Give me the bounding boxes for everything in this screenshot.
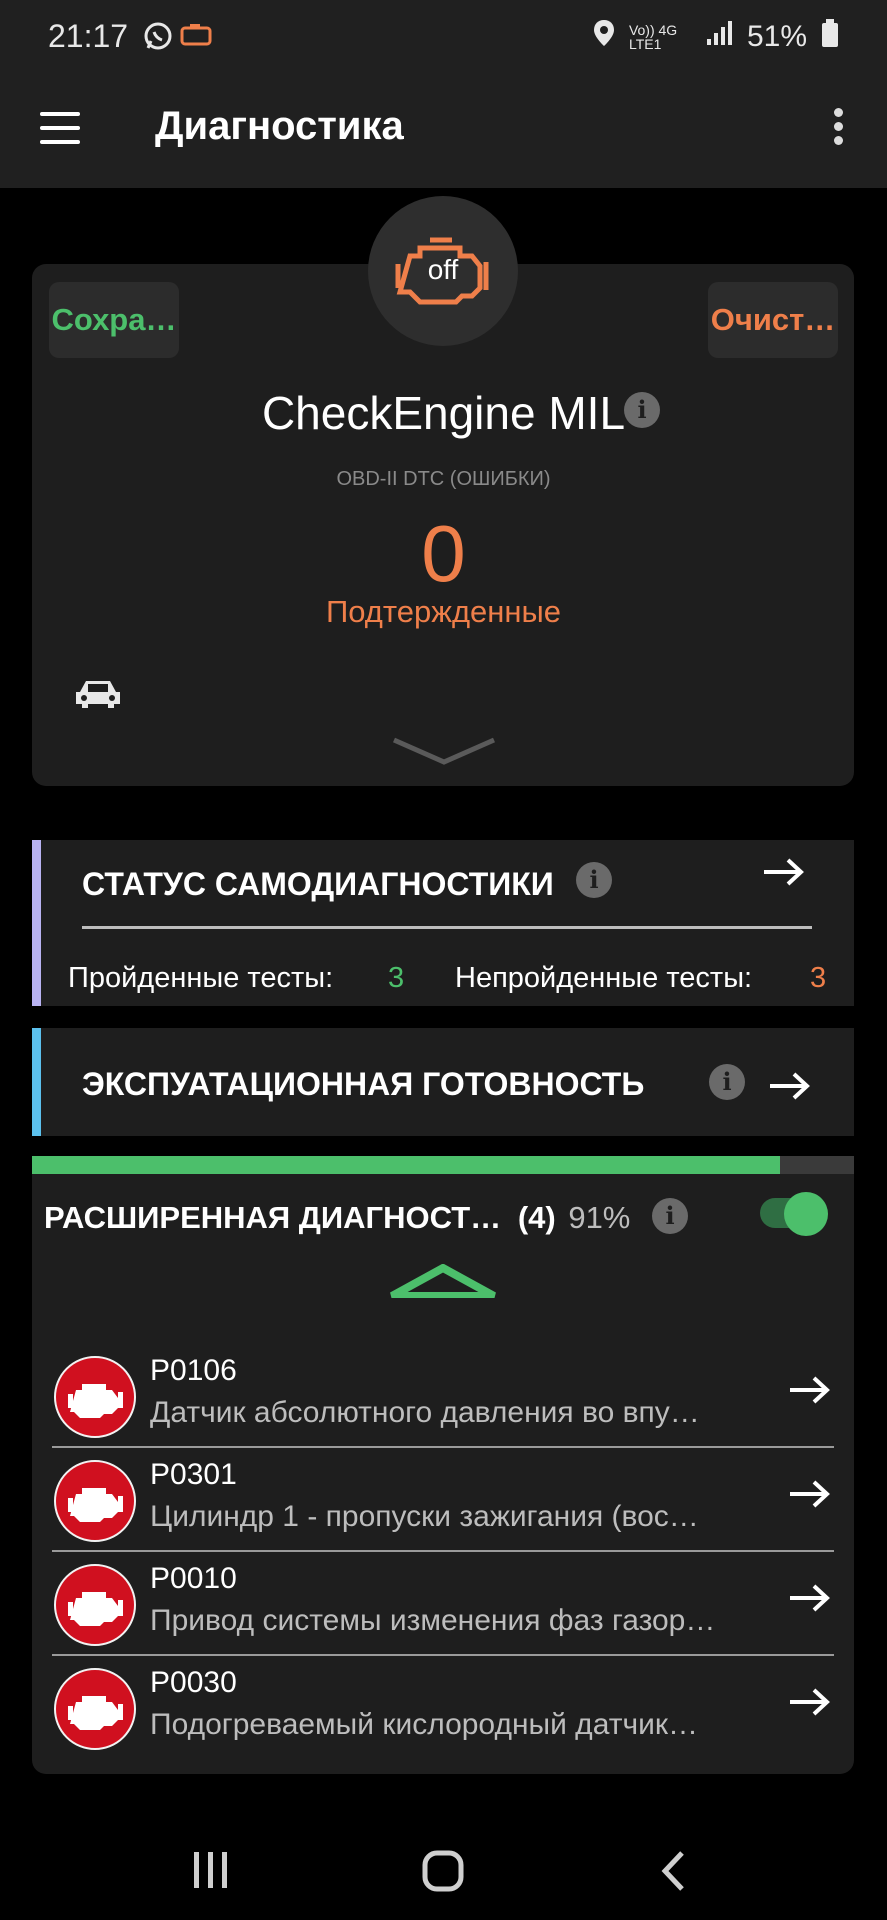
divider <box>82 926 812 929</box>
location-icon <box>593 19 615 55</box>
arrow-right-icon[interactable] <box>788 1474 830 1519</box>
dtc-count: 0 <box>421 509 466 598</box>
extended-count: (4) <box>517 1200 556 1235</box>
mil-title: CheckEngine MIL <box>261 387 626 439</box>
status-right: Vo)) 4G LTE1 51% <box>593 18 839 56</box>
battery-icon <box>821 18 839 56</box>
arrow-right-icon[interactable] <box>768 1066 810 1111</box>
section-accent <box>32 840 41 1006</box>
dtc-code: P0301 <box>150 1458 237 1491</box>
self-diag-title: СТАТУС САМОДИАГНОСТИКИ <box>82 866 554 902</box>
extended-title-row: РАСШИРЕННАЯ ДИАГНОСТ… (4) 91% <box>44 1200 630 1236</box>
dtc-row[interactable]: P0301 Цилиндр 1 - пропуски зажигания (вос… <box>52 1448 834 1552</box>
failed-tests-label: Непройденные тесты: <box>455 962 753 994</box>
extended-progress-fill <box>32 1156 781 1174</box>
whatsapp-icon <box>142 20 174 57</box>
dtc-row[interactable]: P0030 Подогреваемый кислородный датчик… <box>52 1656 834 1760</box>
dtc-code: P0030 <box>150 1666 237 1699</box>
toggle-knob[interactable] <box>784 1192 828 1236</box>
dtc-count-label: Подтержденные <box>325 594 562 629</box>
dtc-description: Цилиндр 1 - пропуски зажигания (вос… <box>150 1500 699 1533</box>
back-icon[interactable] <box>660 1850 686 1897</box>
readiness-title: ЭКСПУАТАЦИОННАЯ ГОТОВНОСТЬ <box>82 1066 645 1102</box>
failed-tests-value: 3 <box>810 962 827 994</box>
arrow-right-icon[interactable] <box>788 1370 830 1415</box>
dtc-code: P0106 <box>150 1354 237 1387</box>
clear-button[interactable]: Очист… <box>708 282 838 358</box>
recent-apps-icon[interactable] <box>192 1852 230 1893</box>
engine-notify-icon <box>180 22 214 53</box>
more-vert-icon[interactable] <box>830 108 846 152</box>
info-icon[interactable]: i <box>709 1064 745 1100</box>
engine-error-icon <box>54 1460 136 1542</box>
battery-percent: 51% <box>746 20 807 53</box>
home-icon[interactable] <box>422 1850 464 1897</box>
info-icon[interactable]: i <box>652 1198 688 1234</box>
dtc-row[interactable]: P0010 Привод системы изменения фаз газор… <box>52 1552 834 1656</box>
save-button[interactable]: Сохра… <box>49 282 179 358</box>
engine-indicator-text: off <box>427 254 459 285</box>
signal-icon <box>705 19 733 55</box>
passed-tests-label: Пройденные тесты: <box>68 962 334 994</box>
network-label: Vo)) 4G LTE1 <box>628 22 678 52</box>
info-icon[interactable]: i <box>624 392 660 428</box>
extended-percent: 91% <box>568 1200 631 1235</box>
dtc-code: P0010 <box>150 1562 237 1595</box>
status-time: 21:17 <box>48 18 129 54</box>
engine-error-icon <box>54 1668 136 1750</box>
engine-error-icon <box>54 1564 136 1646</box>
extended-title: РАСШИРЕННАЯ ДИАГНОСТ… <box>44 1200 502 1235</box>
car-icon[interactable] <box>74 676 122 715</box>
page-title: Диагностика <box>155 104 404 148</box>
dtc-row[interactable]: P0106 Датчик абсолютного давления во впу… <box>52 1344 834 1448</box>
obd-subtitle: OBD-II DTC (ОШИБКИ) <box>336 468 551 490</box>
app-bar <box>0 72 887 188</box>
hamburger-icon[interactable] <box>40 112 80 144</box>
section-accent <box>32 1028 41 1136</box>
dtc-description: Подогреваемый кислородный датчик… <box>150 1708 698 1741</box>
chevron-up-icon[interactable] <box>390 1263 496 1303</box>
info-icon[interactable]: i <box>576 862 612 898</box>
arrow-right-icon[interactable] <box>788 1682 830 1727</box>
passed-tests-value: 3 <box>388 962 405 994</box>
dtc-description: Привод системы изменения фаз газор… <box>150 1604 716 1637</box>
arrow-right-icon[interactable] <box>788 1578 830 1623</box>
dtc-description: Датчик абсолютного давления во впу… <box>150 1396 700 1429</box>
chevron-down-icon[interactable] <box>392 736 496 771</box>
arrow-right-icon[interactable] <box>762 852 804 897</box>
engine-error-icon <box>54 1356 136 1438</box>
